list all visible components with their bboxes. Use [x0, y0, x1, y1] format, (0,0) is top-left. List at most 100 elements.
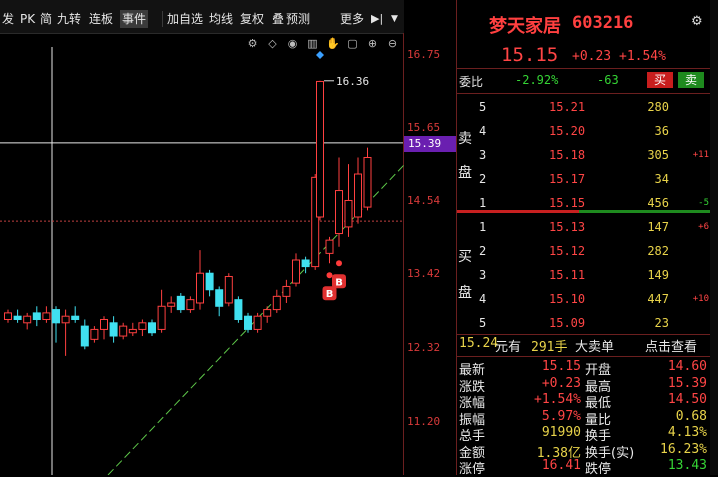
candle-body: [23, 315, 32, 324]
side-scroll-edge[interactable]: [710, 0, 718, 475]
stat-row: 总手 91990 换手 4.13%: [457, 425, 711, 444]
candle-body: [71, 315, 80, 321]
level-index: 5: [479, 100, 487, 114]
level-price: 15.18: [549, 148, 586, 162]
candle-body: [119, 325, 128, 337]
candle-body: [354, 173, 362, 218]
stat-value: 0.68: [675, 408, 707, 424]
candle-body: [90, 328, 99, 340]
buy-level-row[interactable]: 1 15.13 147 +6: [457, 218, 711, 238]
buy-level-row[interactable]: 5 15.09 23: [457, 314, 711, 334]
sell-level-row[interactable]: 4 15.20 36: [457, 122, 711, 142]
stat-value: 13.43: [667, 458, 707, 473]
bigorder-vol: 291手: [531, 340, 568, 355]
tb-fuquan[interactable]: 复权: [240, 10, 264, 28]
level-price: 15.11: [549, 268, 586, 282]
level-index: 5: [479, 316, 487, 330]
buy-level-row[interactable]: 4 15.10 447 +10: [457, 290, 711, 310]
tb-pk[interactable]: PK: [20, 10, 35, 28]
candlestick-chart[interactable]: 16.36 BB: [0, 33, 404, 475]
candle-body: [224, 276, 233, 304]
buy-level-row[interactable]: 2 15.12 282: [457, 242, 711, 262]
bigorder-unit: 元有: [495, 340, 522, 355]
tb-dropdown-icon[interactable]: ▼: [391, 10, 398, 28]
candle-body: [138, 322, 147, 330]
sell-button[interactable]: 卖: [678, 72, 704, 88]
candle-body: [253, 315, 262, 330]
candle-body: [316, 80, 324, 218]
candle-body: [335, 190, 343, 235]
stat-value: 15.15: [541, 359, 581, 374]
candle-body: [234, 299, 243, 321]
buy-signal-dot: [326, 272, 333, 279]
level-price: 15.15: [549, 196, 586, 210]
candle-body: [32, 312, 41, 321]
level-index: 4: [479, 292, 487, 306]
quote-panel: 梦天家居 603216 ⚙ 15.15 +0.23 +1.54% 委比 -2.9…: [456, 0, 711, 477]
buy-level-row[interactable]: 3 15.11 149: [457, 266, 711, 286]
axis-label: 12.32: [407, 341, 441, 354]
buy-signal-label: B: [326, 289, 334, 300]
buy-signal-dot: [336, 260, 342, 267]
sell-level-row[interactable]: 2 15.17 34: [457, 170, 711, 190]
bigorder-price: 15.24: [459, 336, 499, 351]
tb-ma[interactable]: 均线: [209, 10, 233, 28]
candle-body: [301, 259, 310, 268]
tb-forecast[interactable]: 预测: [286, 10, 310, 28]
candle-body: [263, 309, 272, 317]
last-price: 15.15: [501, 44, 559, 66]
level-price: 15.20: [549, 124, 586, 138]
candle-body: [176, 295, 185, 311]
level-change: +10: [692, 294, 709, 304]
tb-jiuzhuan[interactable]: 九转: [57, 10, 81, 28]
stock-name: 梦天家居: [489, 16, 561, 37]
stat-row: 涨停 16.41 跌停 13.43: [457, 458, 711, 477]
sell-level-row[interactable]: 5 15.21 280: [457, 98, 711, 118]
level-volume: 305: [647, 148, 669, 162]
stat-value: 16.23%: [660, 441, 707, 457]
level-change: -5: [698, 198, 709, 208]
level-price: 15.10: [549, 292, 586, 306]
sell-level-row[interactable]: 3 15.18 305 +11: [457, 146, 711, 166]
level-volume: 147: [647, 220, 669, 234]
tb-fa[interactable]: 发: [2, 10, 14, 28]
tb-more[interactable]: 更多: [340, 10, 364, 28]
tb-lianban[interactable]: 连板: [89, 10, 113, 28]
tb-arrow-icon[interactable]: ▶|: [371, 10, 383, 28]
axis-label: 13.42: [407, 267, 441, 280]
buy-button[interactable]: 买: [647, 72, 673, 88]
stat-row: 涨跌 +0.23 最高 15.39: [457, 375, 711, 395]
stat-label: 跌停: [585, 462, 612, 477]
level-index: 1: [479, 220, 487, 234]
stat-value: 91990: [541, 425, 581, 440]
candle-body: [292, 259, 300, 284]
candle-body: [244, 315, 252, 330]
level-volume: 149: [647, 268, 669, 282]
level-index: 1: [479, 196, 487, 210]
settings-icon[interactable]: ⚙: [691, 14, 703, 29]
candle-body: [272, 295, 281, 311]
stat-value: 5.97%: [541, 408, 581, 424]
candle-body: [80, 325, 89, 347]
tb-add-watch[interactable]: 加自选: [167, 10, 203, 28]
tb-overlay[interactable]: 叠: [272, 10, 284, 28]
tb-jian[interactable]: 简: [40, 10, 52, 28]
stat-value: +1.54%: [534, 392, 581, 407]
level-change: +11: [692, 150, 709, 160]
level-volume: 456: [647, 196, 669, 210]
candle-body: [100, 319, 108, 330]
candle-body: [205, 272, 214, 291]
candle-body: [148, 322, 156, 334]
level-index: 3: [479, 268, 487, 282]
stock-code: 603216: [572, 13, 634, 33]
axis-label: 14.54: [407, 194, 441, 207]
bigorder-link[interactable]: 点击查看: [645, 336, 697, 355]
tb-events[interactable]: 事件: [120, 10, 149, 28]
stat-value: 4.13%: [667, 425, 707, 440]
weibi-label: 委比: [459, 75, 484, 89]
level-volume: 23: [654, 316, 669, 330]
candle-body: [52, 309, 60, 324]
high-annotation: 16.36: [336, 75, 369, 88]
level-price: 15.21: [549, 100, 586, 114]
stat-value: +0.23: [541, 375, 581, 391]
